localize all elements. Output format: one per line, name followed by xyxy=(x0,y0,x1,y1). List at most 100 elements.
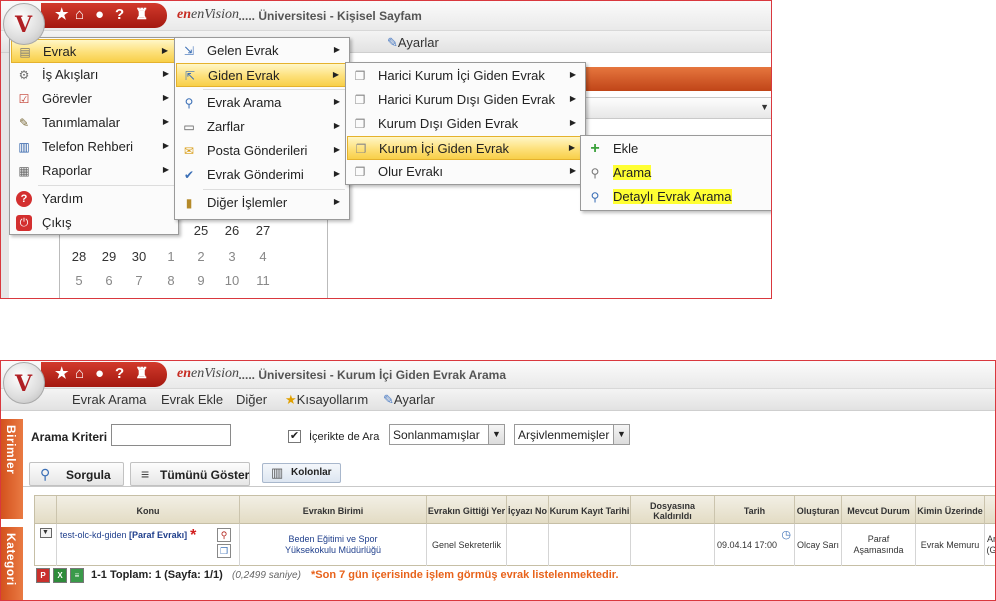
columns-button[interactable]: ▥ Kolonlar xyxy=(262,463,341,483)
calendar-day[interactable]: 25 xyxy=(186,219,216,243)
cell-subject[interactable]: test-olc-kd-giden [Paraf Evrakı] * ⚲ ❐ xyxy=(57,524,240,566)
favorites-star-icon[interactable]: ★ xyxy=(55,7,68,23)
menu-item-kurum-disi[interactable]: ❐ Kurum Dışı Giden Evrak ▶ xyxy=(347,112,584,136)
menu-item-yardim[interactable]: ? Yardım xyxy=(11,187,177,211)
calendar-day[interactable]: 11 xyxy=(248,269,278,293)
people-icon[interactable]: ♜ xyxy=(135,366,148,382)
menu-item-detayli-arama[interactable]: ⚲ Detaylı Evrak Arama xyxy=(582,185,770,209)
menu-item-evrak[interactable]: ▤ Evrak ▶ xyxy=(11,39,177,63)
search-criteria-input[interactable] xyxy=(111,424,231,446)
menu-item-diger-islemler[interactable]: ▮ Diğer İşlemler ▶ xyxy=(176,191,348,215)
calendar-day[interactable]: 6 xyxy=(94,269,124,293)
include-content-label: İçerikte de Ara xyxy=(309,431,380,443)
menu-item-evrak-gonderimi[interactable]: ✔ Evrak Gönderimi ▶ xyxy=(176,163,348,187)
menu-bar: Evrak Arama Evrak Ekle Diğer ★Kısayollar… xyxy=(1,389,995,411)
menu-item-gelen-evrak[interactable]: ⇲ Gelen Evrak ▶ xyxy=(176,39,348,63)
calendar-day[interactable]: 3 xyxy=(217,245,247,269)
user-icon[interactable]: ● xyxy=(95,7,104,23)
column-header-kayit-tarihi[interactable]: Kurum Kayıt Tarihi xyxy=(549,496,631,525)
archived-filter-select[interactable]: Arşivlenmemişler ▼ xyxy=(514,424,630,445)
table-row[interactable]: ▼ test-olc-kd-giden [Paraf Evrakı] * ⚲ ❐… xyxy=(34,524,995,566)
menu-item-kurum-ici[interactable]: ❐ Kurum İçi Giden Evrak ▶ xyxy=(347,136,584,160)
excel-export-icon[interactable]: X xyxy=(53,568,67,583)
menu-item-gorevler[interactable]: ☑ Görevler ▶ xyxy=(11,87,177,111)
caret-down-icon: ▼ xyxy=(39,528,52,538)
csv-export-icon[interactable]: ≡ xyxy=(70,568,84,583)
calendar-day[interactable]: 30 xyxy=(124,245,154,269)
row-expand-toggle[interactable]: ▼ xyxy=(35,524,57,566)
pdf-export-icon[interactable]: P xyxy=(36,568,50,583)
menu-item-posta-gonderileri[interactable]: ✉ Posta Gönderileri ▶ xyxy=(176,139,348,163)
calendar-day[interactable]: 5 xyxy=(64,269,94,293)
menu-evrak-ekle[interactable]: Evrak Ekle xyxy=(161,392,223,407)
people-icon[interactable]: ♜ xyxy=(135,7,148,23)
menu-item-evrak-arama[interactable]: ⚲ Evrak Arama ▶ xyxy=(176,91,348,115)
menu-item-telefon-rehberi[interactable]: ▥ Telefon Rehberi ▶ xyxy=(11,135,177,159)
menu-ayarlar[interactable]: ✎Ayarlar xyxy=(383,392,435,408)
app-logo-button[interactable]: V xyxy=(3,3,45,45)
calendar-day[interactable]: 1 xyxy=(156,245,186,269)
menu-item-label: Evrak Arama xyxy=(207,95,282,110)
tab-birimler[interactable]: Birimler xyxy=(1,419,23,519)
menu-item-label: Harici Kurum Dışı Giden Evrak xyxy=(378,92,555,107)
menu-item-giden-evrak[interactable]: ⇱ Giden Evrak ▶ xyxy=(176,63,348,87)
menu-kisayollarim[interactable]: ★Kısayollarım xyxy=(285,392,368,408)
help-question-icon[interactable]: ? xyxy=(115,7,124,23)
menu-item-label: Arama xyxy=(613,165,652,180)
subject-link[interactable]: test-olc-kd-giden xyxy=(60,530,127,541)
giden-evrak-submenu: ❐ Harici Kurum İçi Giden Evrak ▶ ❐ Haric… xyxy=(345,62,586,185)
include-content-checkbox[interactable]: ✔ xyxy=(288,430,301,443)
home-icon[interactable]: ⌂ xyxy=(75,7,84,23)
column-header-gittigi-yer[interactable]: Evrakın Gittiği Yer xyxy=(427,496,507,525)
preview-doc-icon[interactable]: ⚲ xyxy=(217,528,231,542)
menu-item-label: Harici Kurum İçi Giden Evrak xyxy=(378,68,545,83)
menu-item-arama[interactable]: ⚲ Arama xyxy=(582,161,770,185)
menu-item-raporlar[interactable]: ▦ Raporlar ▶ xyxy=(11,159,177,183)
calendar-day[interactable]: 2 xyxy=(186,245,216,269)
menu-item-is-akislari[interactable]: ⚙ İş Akışları ▶ xyxy=(11,63,177,87)
menu-item-cikis[interactable]: ⏻ Çıkış xyxy=(11,211,177,235)
cell-date: 09.04.14 17:00 ◷ xyxy=(715,524,795,566)
query-button[interactable]: ⚲ Sorgula xyxy=(29,462,124,486)
submenu-arrow-icon: ▶ xyxy=(162,69,169,78)
menu-item-ekle[interactable]: + Ekle xyxy=(582,137,770,161)
column-header-olusturan[interactable]: Oluşturan xyxy=(795,496,842,525)
calendar-day[interactable]: 27 xyxy=(248,219,278,243)
user-icon[interactable]: ● xyxy=(95,366,104,382)
app-logo-button[interactable]: V xyxy=(3,362,45,404)
submenu-arrow-icon: ▶ xyxy=(569,166,576,175)
copy-doc-icon[interactable]: ❐ xyxy=(217,544,231,558)
column-header-birim[interactable]: Evrakın Birimi xyxy=(240,496,427,525)
calendar-day[interactable]: 8 xyxy=(156,269,186,293)
calendar-day[interactable]: 29 xyxy=(94,245,124,269)
menu-evrak-arama[interactable]: Evrak Arama xyxy=(72,392,146,407)
home-icon[interactable]: ⌂ xyxy=(75,366,84,382)
column-header-tarih[interactable]: Tarih xyxy=(715,496,795,525)
help-question-icon[interactable]: ? xyxy=(115,366,124,382)
favorites-star-icon[interactable]: ★ xyxy=(55,366,68,382)
menu-item-harici-kurum-ici[interactable]: ❐ Harici Kurum İçi Giden Evrak ▶ xyxy=(347,64,584,88)
finished-filter-select[interactable]: Sonlanmamışlar ▼ xyxy=(389,424,505,445)
column-header-extra[interactable] xyxy=(985,496,995,525)
menu-item-harici-kurum-disi[interactable]: ❐ Harici Kurum Dışı Giden Evrak ▶ xyxy=(347,88,584,112)
calendar-day[interactable]: 10 xyxy=(217,269,247,293)
calendar-day[interactable]: 9 xyxy=(186,269,216,293)
calendar-day[interactable]: 7 xyxy=(124,269,154,293)
menubar-settings[interactable]: ✎Ayarlar xyxy=(387,35,439,51)
show-all-button[interactable]: ≡ Tümünü Göster xyxy=(130,462,250,486)
menu-item-olur-evraki[interactable]: ❐ Olur Evrakı ▶ xyxy=(347,160,584,184)
tab-kategori[interactable]: Kategori xyxy=(1,527,23,600)
column-header-kimin-uzerinde[interactable]: Kimin Üzerinde xyxy=(916,496,985,525)
calendar-day[interactable]: 4 xyxy=(248,245,278,269)
column-header-mevcut-durum[interactable]: Mevcut Durum xyxy=(842,496,916,525)
calendar-day[interactable]: 28 xyxy=(64,245,94,269)
column-header-konu[interactable]: Konu xyxy=(57,496,240,525)
chevron-down-icon: ▼ xyxy=(760,102,769,112)
calendar-day[interactable]: 26 xyxy=(217,219,247,243)
column-header-icyazi-no[interactable]: İçyazı No xyxy=(507,496,549,525)
column-header-dosyasina[interactable]: Dosyasına Kaldırıldı xyxy=(631,496,715,525)
help-icon: ? xyxy=(16,191,32,207)
menu-item-zarflar[interactable]: ▭ Zarflar ▶ xyxy=(176,115,348,139)
menu-diger[interactable]: Diğer xyxy=(236,392,267,407)
menu-item-tanimlamalar[interactable]: ✎ Tanımlamalar ▶ xyxy=(11,111,177,135)
